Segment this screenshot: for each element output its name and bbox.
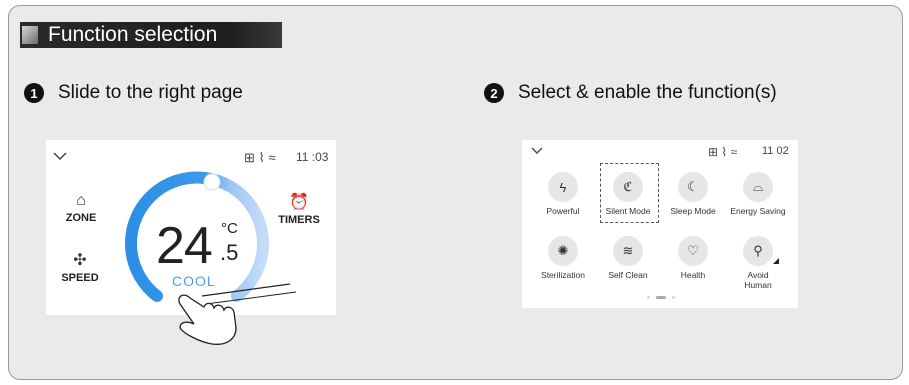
function-powerful[interactable]: ϟ Powerful bbox=[528, 172, 598, 216]
virus-icon: ✺ bbox=[548, 236, 578, 266]
page-dot bbox=[672, 296, 675, 299]
collapse-chevron-icon[interactable] bbox=[530, 146, 544, 156]
function-sleep-mode[interactable]: ☾ Sleep Mode bbox=[658, 172, 728, 216]
swipe-hand-icon bbox=[178, 283, 297, 345]
function-label: Sterilization bbox=[541, 270, 585, 280]
zone-label: ZONE bbox=[65, 212, 97, 224]
ear-icon: ℭ bbox=[613, 172, 643, 202]
function-silent-mode[interactable]: ℭ Silent Mode bbox=[593, 172, 663, 216]
clock: 11 :03 bbox=[296, 150, 329, 164]
function-avoid-human[interactable]: ⚲ Avoid Human bbox=[723, 236, 793, 290]
step-2: 2 Select & enable the function(s) bbox=[484, 82, 777, 104]
step-2-text: Select & enable the function(s) bbox=[518, 82, 777, 103]
collapse-chevron-icon[interactable] bbox=[52, 150, 68, 162]
section-title-bar: Function selection bbox=[20, 22, 282, 48]
function-self-clean[interactable]: ≋ Self Clean bbox=[593, 236, 663, 280]
alarm-clock-icon: ⏰ bbox=[289, 194, 309, 211]
fan-icon: ✣ bbox=[73, 252, 87, 269]
function-label: Silent Mode bbox=[605, 206, 651, 216]
function-label: Health bbox=[680, 270, 706, 280]
function-energy-saving[interactable]: ⌓ Energy Saving bbox=[723, 172, 793, 216]
function-label: Self Clean bbox=[608, 270, 648, 280]
functions-screen: ⊞ ⌇ ≈ 11 02 ϟ Powerful ℭ Silent Mode ☾ S… bbox=[522, 140, 798, 308]
function-label: Energy Saving bbox=[730, 206, 786, 216]
leaf-cup-icon: ⌓ bbox=[743, 172, 773, 202]
expand-corner-icon bbox=[773, 258, 779, 264]
clock: 11 02 bbox=[762, 145, 789, 157]
timers-label: TIMERS bbox=[278, 214, 320, 226]
broom-icon: ≋ bbox=[613, 236, 643, 266]
page-indicator bbox=[647, 296, 675, 299]
function-sterilization[interactable]: ✺ Sterilization bbox=[528, 236, 598, 280]
heart-plus-icon: ♡ bbox=[678, 236, 708, 266]
step-1: 1 Slide to the right page bbox=[24, 82, 243, 104]
temperature-unit: °C bbox=[221, 220, 238, 237]
person-icon: ⚲ bbox=[743, 236, 773, 266]
speed-label: SPEED bbox=[61, 272, 99, 284]
temperature-value: 24 bbox=[156, 217, 213, 275]
page-dot bbox=[647, 296, 650, 299]
home-icon: ⌂ bbox=[76, 192, 86, 209]
step-2-number: 2 bbox=[484, 83, 504, 103]
dial-handle[interactable] bbox=[203, 173, 221, 191]
step-1-number: 1 bbox=[24, 83, 44, 103]
title-marker bbox=[22, 26, 38, 44]
moon-icon: ☾ bbox=[678, 172, 708, 202]
function-label: Powerful bbox=[546, 206, 580, 216]
lightning-icon: ϟ bbox=[548, 172, 578, 202]
function-label: Avoid Human bbox=[744, 270, 772, 290]
function-label: Sleep Mode bbox=[670, 206, 716, 216]
page-dot-active bbox=[656, 296, 666, 299]
step-1-text: Slide to the right page bbox=[58, 82, 243, 103]
section-title: Function selection bbox=[48, 23, 218, 46]
temperature-decimal: .5 bbox=[220, 240, 239, 265]
function-health[interactable]: ♡ Health bbox=[658, 236, 728, 280]
timers-button[interactable]: ⏰ TIMERS bbox=[276, 192, 322, 226]
zone-button[interactable]: ⌂ ZONE bbox=[60, 192, 102, 224]
speed-button[interactable]: ✣ SPEED bbox=[58, 250, 102, 284]
status-icons: ⊞ ⌇ ≈ bbox=[708, 145, 738, 159]
